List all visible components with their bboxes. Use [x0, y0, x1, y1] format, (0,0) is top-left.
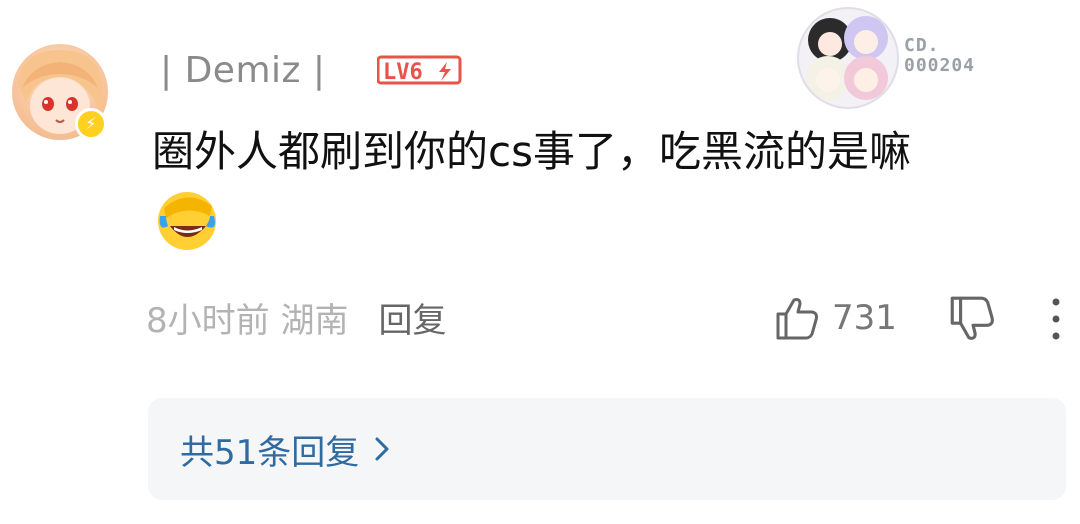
replies-link-label: 共51条回复	[180, 432, 360, 473]
more-options-icon[interactable]	[1046, 294, 1066, 344]
comment-meta: 8小时前 湖南 回复	[146, 292, 446, 342]
like-button[interactable]: 731	[772, 290, 897, 346]
fan-badge-number: CD. 000204	[904, 35, 976, 76]
laughing-crying-emoji-icon	[158, 192, 216, 250]
replies-panel: 共51条回复	[148, 398, 1066, 500]
comment-text: 圈外人都刷到你的cs事了，吃黑流的是嘛	[152, 127, 911, 176]
time-location: 8小时前 湖南	[146, 300, 349, 341]
fan-badge[interactable]: CD. 000204	[796, 6, 1006, 110]
username[interactable]: | Demiz |	[160, 50, 325, 91]
verified-lightning-icon: ⚡	[75, 108, 107, 140]
thumbs-down-icon[interactable]	[946, 294, 996, 344]
fan-badge-characters-icon	[797, 7, 899, 109]
thumbs-up-icon	[776, 298, 818, 340]
chevron-right-icon	[375, 437, 389, 461]
comment-header: | Demiz | LV6	[160, 46, 463, 94]
reply-button[interactable]: 回复	[378, 293, 446, 342]
level-badge: LV6	[376, 54, 463, 86]
like-count: 731	[832, 298, 897, 338]
view-replies-link[interactable]: 共51条回复	[180, 425, 391, 474]
level-label: LV6	[383, 60, 423, 85]
